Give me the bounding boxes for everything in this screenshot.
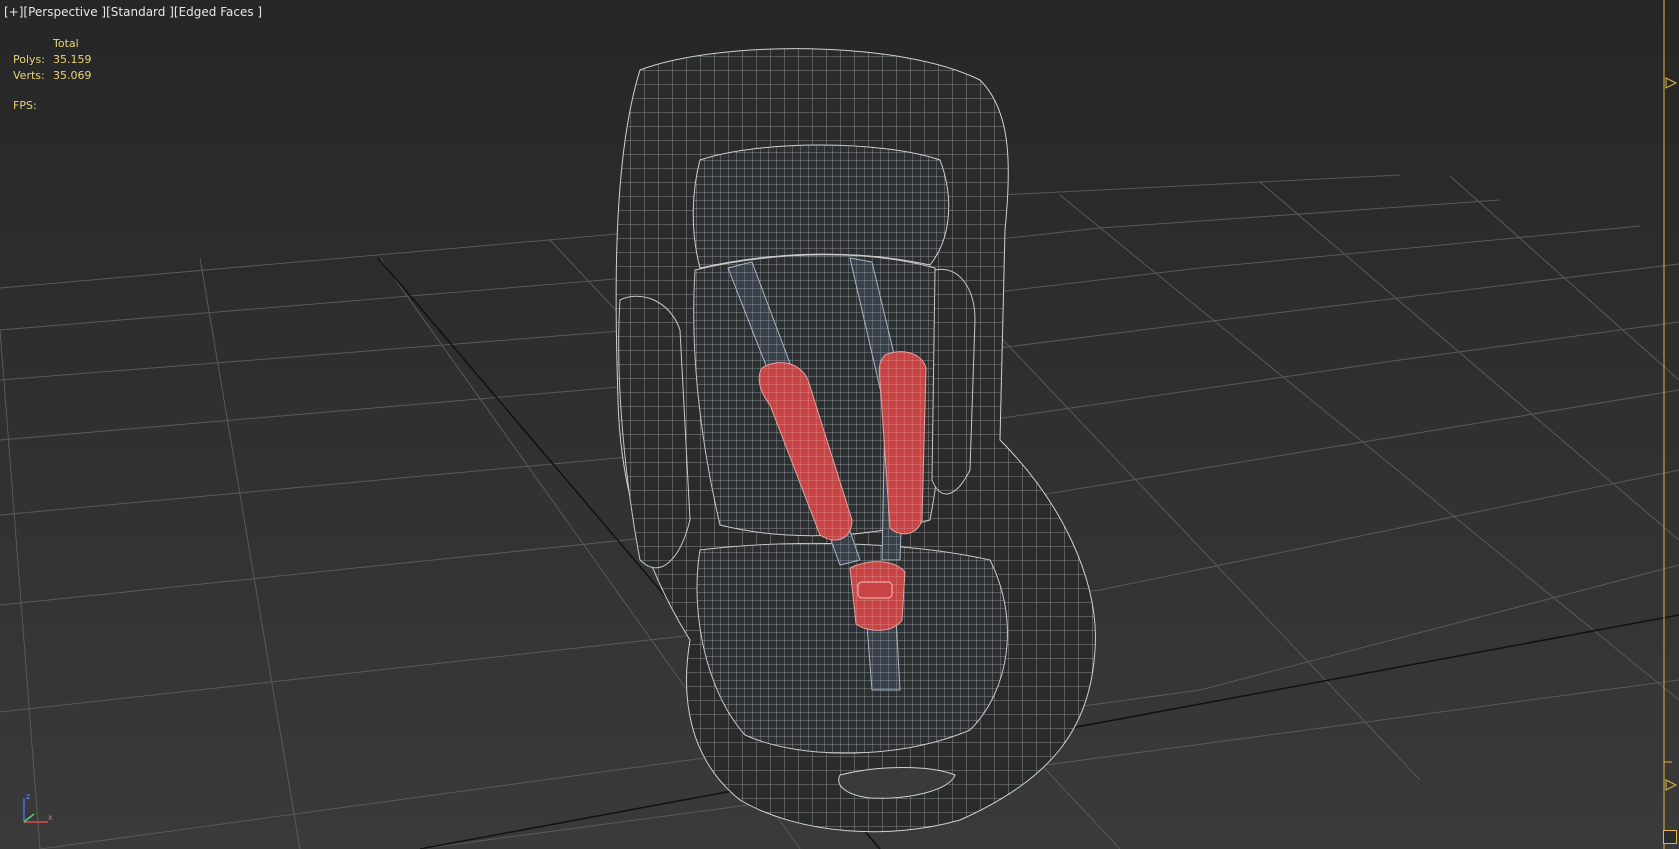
- stats-fps-label: FPS:: [13, 99, 37, 112]
- stats-verts-value: 35.069: [53, 69, 92, 82]
- scene-canvas[interactable]: [0, 0, 1679, 849]
- corner-resize-handle[interactable]: [1663, 830, 1677, 844]
- stats-polys-value: 35.159: [53, 53, 92, 66]
- axis-z-label: z: [26, 792, 30, 801]
- stats-header: Total: [53, 37, 79, 50]
- buckle-release-button[interactable]: [857, 581, 893, 599]
- stats-verts-label: Verts:: [13, 69, 45, 82]
- perspective-viewport[interactable]: [+] [Perspective ] [Standard ] [Edged Fa…: [0, 0, 1679, 849]
- upper-marker-icon[interactable]: [1665, 77, 1678, 89]
- headrest[interactable]: [692, 144, 950, 269]
- stats-polys-row: Polys: 35.159: [13, 52, 92, 68]
- viewport-plus-menu[interactable]: [+]: [4, 5, 23, 19]
- viewport-label-menu[interactable]: [+] [Perspective ] [Standard ] [Edged Fa…: [4, 5, 262, 19]
- scene-statistics: Total Polys: 35.159 Verts: 35.069 FPS:: [13, 36, 92, 114]
- axis-x-label: x: [48, 813, 53, 822]
- axis-tripod-icon: z x: [23, 792, 53, 823]
- viewport-right-track[interactable]: [1658, 0, 1679, 849]
- lower-marker-icon[interactable]: [1665, 779, 1678, 791]
- viewport-shading-menu[interactable]: [Standard ]: [106, 5, 174, 19]
- viewport-display-mode-menu[interactable]: [Edged Faces ]: [174, 5, 262, 19]
- stats-polys-label: Polys:: [13, 53, 45, 66]
- right-side-wing[interactable]: [931, 268, 976, 495]
- stats-verts-row: Verts: 35.069: [13, 68, 92, 84]
- viewport-point-of-view-menu[interactable]: [Perspective ]: [23, 5, 106, 19]
